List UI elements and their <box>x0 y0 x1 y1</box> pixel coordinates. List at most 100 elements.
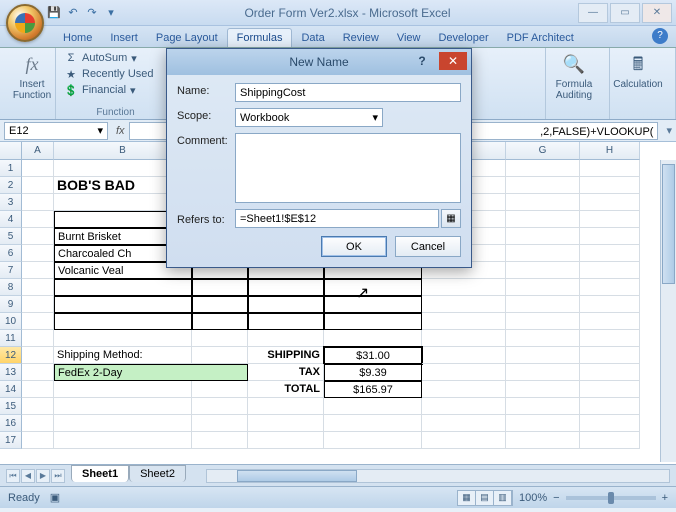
cancel-button[interactable]: Cancel <box>395 236 461 257</box>
vscroll-thumb[interactable] <box>662 164 675 284</box>
tab-insert[interactable]: Insert <box>101 29 147 47</box>
tab-home[interactable]: Home <box>54 29 101 47</box>
cell-tax-amount[interactable]: $9.39 <box>324 364 422 381</box>
dialog-titlebar[interactable]: New Name ? ✕ <box>167 49 471 75</box>
financial-label: Financial <box>82 84 126 96</box>
page-break-view-icon[interactable]: ▥ <box>494 491 512 505</box>
tab-formulas[interactable]: Formulas <box>227 28 293 47</box>
sheet-tab-bar: ⏮ ◀ ▶ ⏭ Sheet1 Sheet2 <box>0 464 676 486</box>
row-2[interactable]: 2 <box>0 177 22 194</box>
autosum-button[interactable]: ΣAutoSum ▾ <box>62 50 169 66</box>
row-17[interactable]: 17 <box>0 432 22 449</box>
prev-sheet-icon[interactable]: ◀ <box>21 469 35 483</box>
row-14[interactable]: 14 <box>0 381 22 398</box>
undo-icon[interactable]: ↶ <box>65 5 81 21</box>
row-7[interactable]: 7 <box>0 262 22 279</box>
cell-shipping-amount[interactable]: $31.00 <box>324 347 422 364</box>
row-16[interactable]: 16 <box>0 415 22 432</box>
new-name-dialog: New Name ? ✕ Name: Scope: Workbook ▾ Com… <box>166 48 472 268</box>
zoom-thumb[interactable] <box>608 492 614 504</box>
row-6[interactable]: 6 <box>0 245 22 262</box>
select-all-corner[interactable] <box>0 142 22 160</box>
recently-used-label: Recently Used <box>82 68 154 80</box>
view-buttons: ▦ ▤ ▥ <box>457 490 513 506</box>
tab-developer[interactable]: Developer <box>429 29 497 47</box>
row-3[interactable]: 3 <box>0 194 22 211</box>
collapse-dialog-icon[interactable]: ▦ <box>441 209 461 228</box>
minimize-button[interactable]: — <box>578 3 608 23</box>
first-sheet-icon[interactable]: ⏮ <box>6 469 20 483</box>
page-layout-view-icon[interactable]: ▤ <box>476 491 494 505</box>
row-10[interactable]: 10 <box>0 313 22 330</box>
financial-button[interactable]: 💲Financial ▾ <box>62 82 169 98</box>
row-9[interactable]: 9 <box>0 296 22 313</box>
dialog-help-icon[interactable]: ? <box>411 52 433 70</box>
scope-value: Workbook <box>240 112 289 124</box>
save-icon[interactable]: 💾 <box>46 5 62 21</box>
maximize-button[interactable]: ▭ <box>610 3 640 23</box>
comment-textarea[interactable] <box>235 133 461 203</box>
col-G[interactable]: G <box>506 142 580 160</box>
scope-select[interactable]: Workbook ▾ <box>235 108 383 127</box>
zoom-level[interactable]: 100% <box>519 492 547 504</box>
fx-button[interactable]: fx <box>112 125 129 137</box>
col-A[interactable]: A <box>22 142 54 160</box>
row-13[interactable]: 13 <box>0 364 22 381</box>
zoom-in-icon[interactable]: + <box>662 492 668 504</box>
chevron-down-icon[interactable]: ▾ <box>97 124 103 137</box>
macro-record-icon[interactable]: ▣ <box>50 491 60 504</box>
row-5[interactable]: 5 <box>0 228 22 245</box>
close-button[interactable]: ✕ <box>642 3 672 23</box>
row-1[interactable]: 1 <box>0 160 22 177</box>
cell-shipping-label[interactable]: SHIPPING <box>248 347 324 364</box>
tab-view[interactable]: View <box>388 29 430 47</box>
calculation-button[interactable]: 🖩 Calculation <box>616 52 660 90</box>
row-4[interactable]: 4 <box>0 211 22 228</box>
name-box[interactable]: E12 ▾ <box>4 122 108 140</box>
name-box-value: E12 <box>9 125 29 137</box>
tab-page-layout[interactable]: Page Layout <box>147 29 227 47</box>
refers-to-input[interactable] <box>235 209 439 228</box>
last-sheet-icon[interactable]: ⏭ <box>51 469 65 483</box>
status-ready: Ready <box>8 492 40 504</box>
row-12[interactable]: 12 <box>0 347 22 364</box>
refers-to-label: Refers to: <box>177 212 235 226</box>
hscroll-thumb[interactable] <box>237 470 357 482</box>
tab-pdf-architect[interactable]: PDF Architect <box>498 29 583 47</box>
normal-view-icon[interactable]: ▦ <box>458 491 476 505</box>
zoom-slider[interactable] <box>566 496 656 500</box>
cell-total-amount[interactable]: $165.97 <box>324 381 422 398</box>
ok-button[interactable]: OK <box>321 236 387 257</box>
cell-tax-label[interactable]: TAX <box>248 364 324 381</box>
dialog-close-button[interactable]: ✕ <box>439 52 467 70</box>
recently-used-button[interactable]: ★Recently Used <box>62 66 169 82</box>
insert-function-button[interactable]: fx Insert Function <box>10 52 54 101</box>
calculation-label: Calculation <box>613 79 662 90</box>
dialog-title: New Name <box>289 55 348 69</box>
help-icon[interactable]: ? <box>652 28 668 44</box>
vertical-scrollbar[interactable] <box>660 160 676 462</box>
expand-formula-bar-icon[interactable]: ▾ <box>662 124 676 137</box>
name-input[interactable] <box>235 83 461 102</box>
cell-ship-method-label[interactable]: Shipping Method: <box>54 347 192 364</box>
window-title: Order Form Ver2.xlsx - Microsoft Excel <box>119 6 576 20</box>
next-sheet-icon[interactable]: ▶ <box>36 469 50 483</box>
tab-review[interactable]: Review <box>334 29 388 47</box>
redo-icon[interactable]: ↷ <box>84 5 100 21</box>
chevron-down-icon: ▾ <box>372 111 378 124</box>
tab-data[interactable]: Data <box>292 29 333 47</box>
horizontal-scrollbar[interactable] <box>206 469 670 483</box>
autosum-label: AutoSum <box>82 52 127 64</box>
zoom-out-icon[interactable]: − <box>553 492 559 504</box>
qat-more-icon[interactable]: ▾ <box>103 5 119 21</box>
office-button[interactable] <box>6 4 44 42</box>
formula-auditing-button[interactable]: 🔍 Formula Auditing <box>552 52 596 101</box>
row-15[interactable]: 15 <box>0 398 22 415</box>
sheet-tab-1[interactable]: Sheet1 <box>71 465 129 482</box>
row-11[interactable]: 11 <box>0 330 22 347</box>
cell-ship-method-value[interactable]: FedEx 2-Day <box>54 364 248 381</box>
row-8[interactable]: 8 <box>0 279 22 296</box>
cell-total-label[interactable]: TOTAL <box>248 381 324 398</box>
col-H[interactable]: H <box>580 142 640 160</box>
sheet-tab-2[interactable]: Sheet2 <box>129 465 186 482</box>
